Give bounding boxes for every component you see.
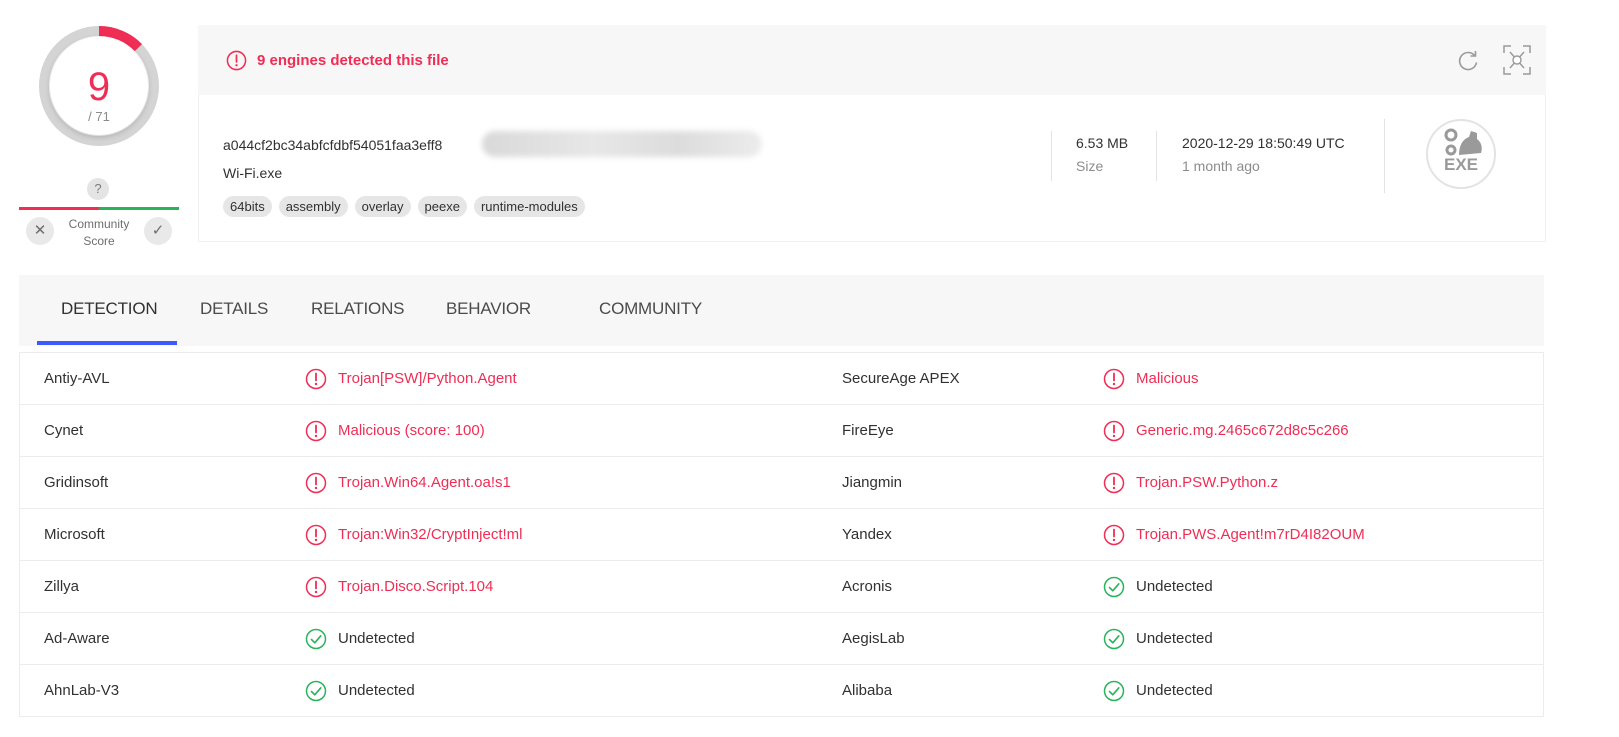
engine-name: SecureAge APEX xyxy=(842,370,960,387)
engine-name: Gridinsoft xyxy=(44,474,109,491)
alert-circle-icon xyxy=(305,420,327,442)
table-row: Zillya Trojan.Disco.Script.104 Acronis Unde… xyxy=(20,561,1543,613)
file-type-label: EXE xyxy=(1443,155,1479,174)
detection-result: Undetected xyxy=(338,682,415,699)
table-row: Ad-Aware Undetected AegisLab Undetected xyxy=(20,613,1543,665)
detection-result: Trojan[PSW]/Python.Agent xyxy=(338,370,517,387)
score-center: 9 / 71 xyxy=(50,37,148,135)
score-detections: 9 xyxy=(87,65,111,109)
community-score: ? ✕ Community Score ✓ xyxy=(19,178,179,258)
tab-relations[interactable]: RELATIONS xyxy=(311,299,404,319)
engine-name: Ad-Aware xyxy=(44,630,110,647)
analysis-date-relative: 1 month ago xyxy=(1182,158,1260,174)
detection-result: Generic.mg.2465c672d8c5c266 xyxy=(1136,422,1349,439)
score-total: / 71 xyxy=(88,109,110,124)
engine-name: AegisLab xyxy=(842,630,905,647)
engine-name: Microsoft xyxy=(44,526,105,543)
engine-name: Zillya xyxy=(44,578,80,595)
detection-result: Undetected xyxy=(338,630,415,647)
community-score-bar xyxy=(19,207,179,210)
engine-name: Jiangmin xyxy=(842,474,903,491)
tab-detection[interactable]: DETECTION xyxy=(61,299,158,319)
detection-table: Antiy-AVL Trojan[PSW]/Python.Agent SecureA… xyxy=(19,352,1544,717)
divider xyxy=(1051,131,1052,181)
engine-name: AhnLab-V3 xyxy=(44,682,120,699)
file-info-panel: a044cf2bc34abfcfdbf54051faa3eff8 Wi-Fi.e… xyxy=(198,95,1546,242)
similar-files-icon[interactable] xyxy=(1503,45,1531,75)
table-row: Cynet Malicious (score: 100) FireEye Generi… xyxy=(20,405,1543,457)
alert-circle-icon xyxy=(1103,368,1125,390)
analysis-date: 2020-12-29 18:50:49 UTC xyxy=(1182,135,1345,151)
reanalyze-icon[interactable] xyxy=(1456,49,1480,73)
alert-circle-icon xyxy=(305,472,327,494)
gear-icon xyxy=(1444,128,1482,156)
file-hash[interactable]: a044cf2bc34abfcfdbf54051faa3eff8 xyxy=(223,137,442,153)
detection-result: Undetected xyxy=(1136,578,1213,595)
community-score-value: ? xyxy=(87,178,109,200)
tag[interactable]: peexe xyxy=(417,196,467,217)
table-row: Antiy-AVL Trojan[PSW]/Python.Agent SecureA… xyxy=(20,353,1543,405)
check-circle-icon xyxy=(305,680,327,702)
detection-result: Trojan.Disco.Script.104 xyxy=(338,578,494,595)
detection-score-gauge: 9 / 71 xyxy=(38,25,160,147)
check-circle-icon xyxy=(305,628,327,650)
file-name: Wi-Fi.exe xyxy=(223,165,283,181)
detection-result: Trojan.Win64.Agent.oa!s1 xyxy=(338,474,511,491)
alert-circle-icon xyxy=(305,524,327,546)
alert-circle-icon xyxy=(226,50,247,71)
tab-behavior[interactable]: BEHAVIOR xyxy=(446,299,531,319)
tab-bar: DETECTION DETAILS RELATIONS BEHAVIOR COM… xyxy=(19,275,1544,346)
file-type-icon: EXE xyxy=(1426,119,1496,189)
table-row: Gridinsoft Trojan.Win64.Agent.oa!s1 Jiangm… xyxy=(20,457,1543,509)
file-tags: 64bits assembly overlay peexe runtime-mo… xyxy=(223,196,585,217)
alert-circle-icon xyxy=(1103,472,1125,494)
table-row: AhnLab-V3 Undetected Alibaba Undetected xyxy=(20,665,1543,717)
tab-community[interactable]: COMMUNITY xyxy=(599,299,702,319)
tag[interactable]: 64bits xyxy=(223,196,272,217)
tag[interactable]: overlay xyxy=(354,196,411,217)
check-icon[interactable]: ✓ xyxy=(144,217,172,245)
check-circle-icon xyxy=(1103,628,1125,650)
divider xyxy=(1156,131,1157,181)
community-score-label: Community Score xyxy=(68,217,130,248)
detection-result: Undetected xyxy=(1136,630,1213,647)
engine-name: Yandex xyxy=(842,526,892,543)
engine-name: Acronis xyxy=(842,578,893,595)
active-tab-indicator xyxy=(37,341,177,345)
engine-name: FireEye xyxy=(842,422,894,439)
alert-circle-icon xyxy=(1103,524,1125,546)
file-size-value: 6.53 MB xyxy=(1076,135,1129,151)
detection-summary: 9 engines detected this file xyxy=(257,52,449,69)
table-row: Microsoft Trojan:Win32/CryptInject!ml Yand… xyxy=(20,509,1543,561)
alert-circle-icon xyxy=(1103,420,1125,442)
alert-circle-icon xyxy=(305,576,327,598)
detection-result: Trojan:Win32/CryptInject!ml xyxy=(338,526,523,543)
detection-result: Trojan.PWS.Agent!m7rD4I82OUM xyxy=(1136,526,1365,543)
check-circle-icon xyxy=(1103,576,1125,598)
alert-circle-icon xyxy=(305,368,327,390)
check-circle-icon xyxy=(1103,680,1125,702)
engine-name: Alibaba xyxy=(842,682,893,699)
x-icon[interactable]: ✕ xyxy=(26,217,54,245)
divider xyxy=(1384,119,1385,193)
file-size-label: Size xyxy=(1076,158,1104,174)
engine-name: Cynet xyxy=(44,422,84,439)
detection-result: Malicious xyxy=(1136,370,1199,387)
tab-details[interactable]: DETAILS xyxy=(200,299,268,319)
detection-result: Undetected xyxy=(1136,682,1213,699)
detection-banner: 9 engines detected this file xyxy=(198,25,1546,95)
engine-name: Antiy-AVL xyxy=(44,370,110,387)
tag[interactable]: assembly xyxy=(278,196,348,217)
tag[interactable]: runtime-modules xyxy=(473,196,585,217)
hash-redaction xyxy=(482,131,762,157)
detection-result: Malicious (score: 100) xyxy=(338,422,485,439)
detection-result: Trojan.PSW.Python.z xyxy=(1136,474,1279,491)
